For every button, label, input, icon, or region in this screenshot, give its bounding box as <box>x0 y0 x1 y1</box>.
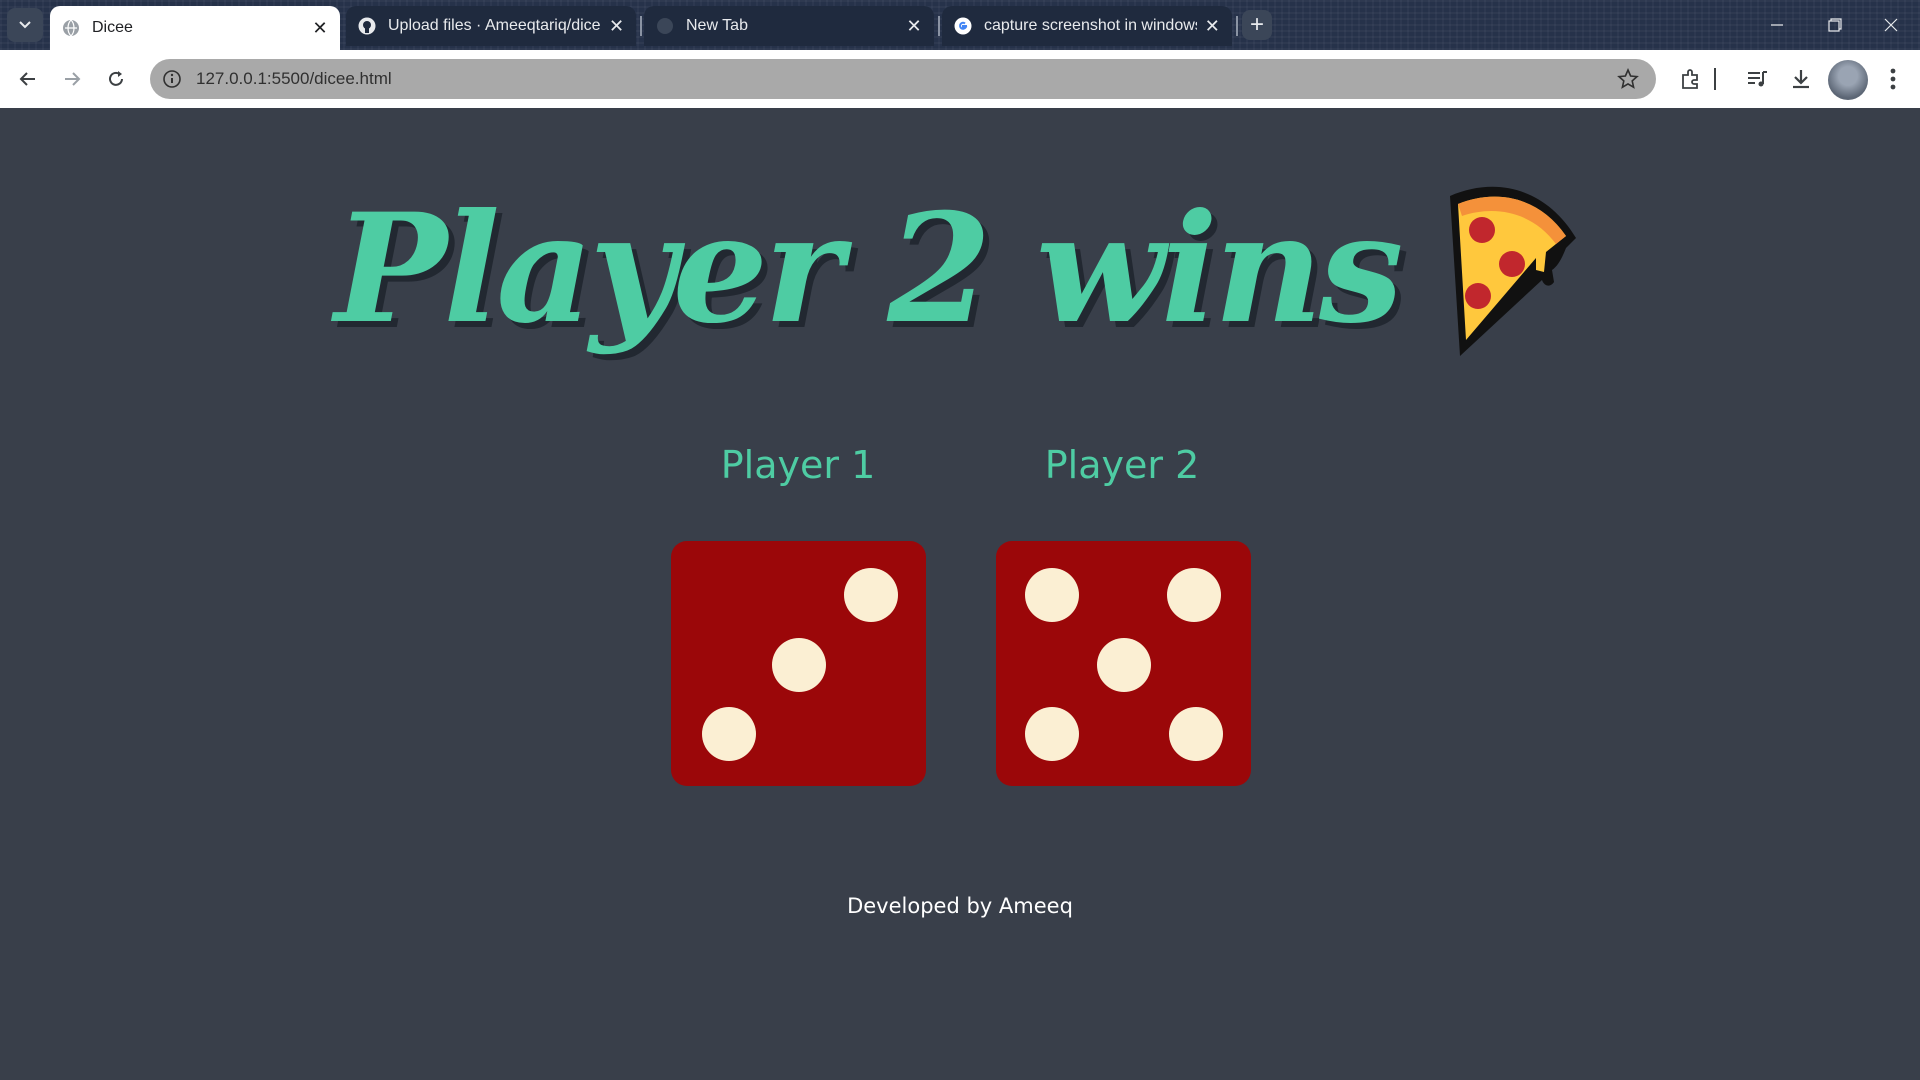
player-1-label: Player 1 <box>720 443 876 487</box>
die-pip <box>1025 568 1079 622</box>
close-icon[interactable]: ✕ <box>607 16 626 36</box>
player-2-die <box>996 541 1251 786</box>
pizza-icon <box>1436 178 1586 386</box>
restore-icon[interactable] <box>1806 0 1864 50</box>
player-1-die <box>671 541 926 786</box>
menu-kebab-icon[interactable] <box>1878 64 1908 94</box>
tab-title: capture screenshot in windows <box>984 17 1197 34</box>
extensions-icon[interactable] <box>1676 64 1706 94</box>
site-info-icon[interactable] <box>152 59 192 99</box>
die-pip <box>1167 568 1221 622</box>
github-icon <box>358 17 376 35</box>
tab-title: New Tab <box>686 17 748 34</box>
forward-icon[interactable] <box>54 61 90 97</box>
tab-separator <box>640 16 642 36</box>
tab-title: Dicee <box>92 19 133 36</box>
tab-new-tab[interactable]: New Tab ✕ <box>644 6 934 46</box>
result-heading-text: Player 2 wins <box>334 180 1403 357</box>
browser-toolbar: 127.0.0.1:5500/dicee.html <box>0 50 1920 108</box>
toolbar-divider <box>1710 64 1720 94</box>
footer-credit: Developed by Ameeq <box>847 894 1073 918</box>
profile-avatar[interactable] <box>1828 60 1868 100</box>
newtab-icon <box>656 17 674 35</box>
google-icon <box>954 17 972 35</box>
die-pip <box>1025 707 1079 761</box>
tab-google-search[interactable]: capture screenshot in windows ✕ <box>942 6 1232 46</box>
new-tab-button[interactable]: + <box>1242 10 1272 40</box>
player-2-label: Player 2 <box>1044 443 1200 487</box>
tab-title: Upload files · Ameeqtariq/diceG <box>388 17 602 34</box>
die-pip <box>1169 707 1223 761</box>
close-window-icon[interactable] <box>1862 0 1920 50</box>
die-pip <box>844 568 898 622</box>
tab-separator <box>1236 16 1238 36</box>
tab-search-button[interactable] <box>7 8 43 42</box>
die-pip <box>702 707 756 761</box>
tab-strip: Dicee ✕ Upload files · Ameeqtariq/diceG … <box>0 0 1920 50</box>
downloads-icon[interactable] <box>1786 64 1816 94</box>
die-pip <box>1097 638 1151 692</box>
url-text[interactable]: 127.0.0.1:5500/dicee.html <box>196 69 392 89</box>
tab-separator <box>938 16 940 36</box>
bookmark-star-icon[interactable] <box>1616 67 1640 91</box>
minimize-icon[interactable] <box>1748 0 1806 50</box>
back-icon[interactable] <box>10 61 46 97</box>
close-icon[interactable]: ✕ <box>904 16 924 36</box>
globe-icon <box>62 19 80 37</box>
result-heading: Player 2 wins <box>0 178 1920 386</box>
tab-dicee[interactable]: Dicee ✕ <box>50 6 340 50</box>
page-content: Player 2 wins Player 1 Player 2 Develope… <box>0 108 1920 1080</box>
chevron-down-icon <box>19 21 31 29</box>
close-icon[interactable]: ✕ <box>310 18 330 38</box>
address-bar[interactable]: 127.0.0.1:5500/dicee.html <box>150 59 1656 99</box>
reload-icon[interactable] <box>98 61 134 97</box>
close-icon[interactable]: ✕ <box>1203 16 1222 36</box>
die-pip <box>772 638 826 692</box>
media-control-icon[interactable] <box>1742 64 1772 94</box>
tab-upload-files[interactable]: Upload files · Ameeqtariq/diceG ✕ <box>346 6 636 46</box>
